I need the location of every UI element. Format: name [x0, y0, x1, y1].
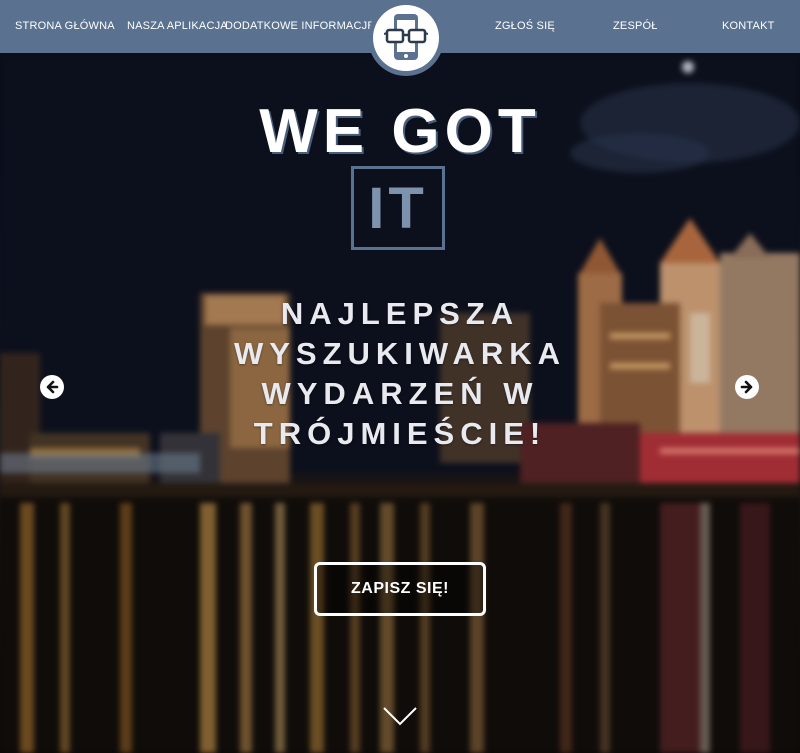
hero-headline-box: IT	[351, 166, 445, 250]
nav-strona-glowna[interactable]: STRONA GŁÓWNA	[15, 0, 115, 53]
slider-prev-button[interactable]	[40, 375, 64, 399]
hero-headline: WE GOT	[259, 97, 541, 166]
logo-link[interactable]	[368, 0, 444, 76]
scroll-down-button[interactable]	[382, 704, 418, 728]
slider-next-button[interactable]	[735, 375, 759, 399]
tagline-line: WYDARZEŃ W	[261, 376, 539, 411]
logo-circle	[373, 5, 439, 71]
signup-button[interactable]: ZAPISZ SIĘ!	[314, 562, 486, 616]
nav-dodatkowe-informacje[interactable]: DODATKOWE INFORMACJE	[225, 0, 375, 53]
hero-tagline: NAJLEPSZA WYSZUKIWARKA WYDARZEŃ W TRÓJMI…	[0, 294, 800, 454]
arrow-right-icon	[740, 380, 753, 394]
nav-zespol[interactable]: ZESPÓŁ	[613, 0, 658, 53]
arrow-left-icon	[46, 380, 59, 394]
tagline-line: TRÓJMIEŚCIE!	[253, 416, 547, 451]
phone-with-glasses-icon	[384, 14, 428, 60]
tagline-line: WYSZUKIWARKA	[233, 336, 567, 371]
nav-nasza-aplikacja[interactable]: NASZA APLIKACJA	[127, 0, 228, 53]
nav-zglos-sie[interactable]: ZGŁOŚ SIĘ	[495, 0, 555, 53]
nav-kontakt[interactable]: KONTAKT	[722, 0, 775, 53]
chevron-down-icon	[383, 707, 417, 726]
tagline-line: NAJLEPSZA	[280, 296, 520, 331]
